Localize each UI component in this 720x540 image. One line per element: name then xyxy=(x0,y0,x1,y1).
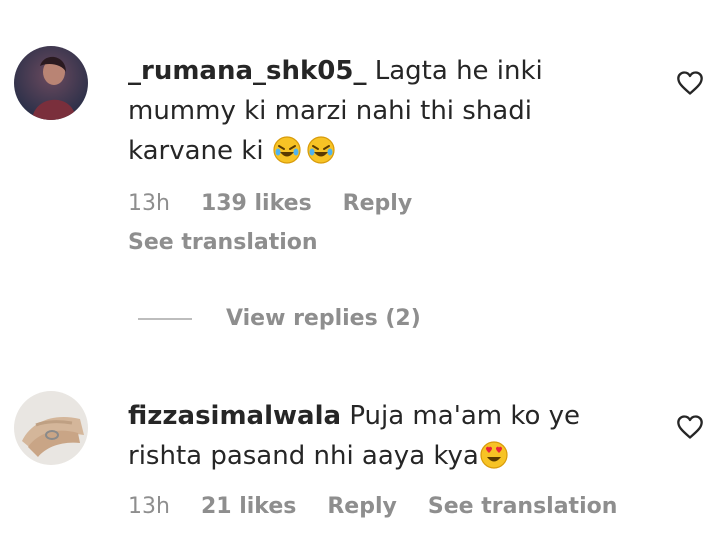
like-heart-icon[interactable] xyxy=(676,70,704,96)
comment-meta: 13h 139 likes Reply xyxy=(128,191,436,216)
reply-button[interactable]: Reply xyxy=(343,191,413,216)
reply-button[interactable]: Reply xyxy=(327,494,397,519)
heart-eyes-emoji-icon xyxy=(479,440,509,470)
comment-username[interactable]: fizzasimalwala xyxy=(128,401,341,431)
see-translation-link[interactable]: See translation xyxy=(428,494,618,519)
comment-meta: 13h 21 likes Reply See translation xyxy=(128,494,641,519)
comment-text: fizzasimalwala Puja ma'am ko ye rishta p… xyxy=(128,396,598,476)
view-replies-button[interactable]: View replies (2) xyxy=(138,306,421,331)
like-heart-icon[interactable] xyxy=(676,414,704,440)
avatar[interactable] xyxy=(14,391,88,465)
avatar-image xyxy=(14,391,88,465)
comment-username[interactable]: _rumana_shk05_ xyxy=(128,56,366,86)
comment-time: 13h xyxy=(128,494,170,519)
rolling-on-floor-laughing-emoji-icon xyxy=(272,135,302,165)
comment-likes-count[interactable]: 139 likes xyxy=(201,191,312,216)
comment-likes-count[interactable]: 21 likes xyxy=(201,494,296,519)
see-translation-link[interactable]: See translation xyxy=(128,230,318,255)
comment-time: 13h xyxy=(128,191,170,216)
rolling-on-floor-laughing-emoji-icon xyxy=(306,135,336,165)
replies-divider-line xyxy=(138,317,192,320)
avatar-image xyxy=(14,46,88,120)
view-replies-label: View replies (2) xyxy=(226,306,421,331)
avatar[interactable] xyxy=(14,46,88,120)
comment-text: _rumana_shk05_ Lagta he inki mummy ki ma… xyxy=(128,51,598,171)
